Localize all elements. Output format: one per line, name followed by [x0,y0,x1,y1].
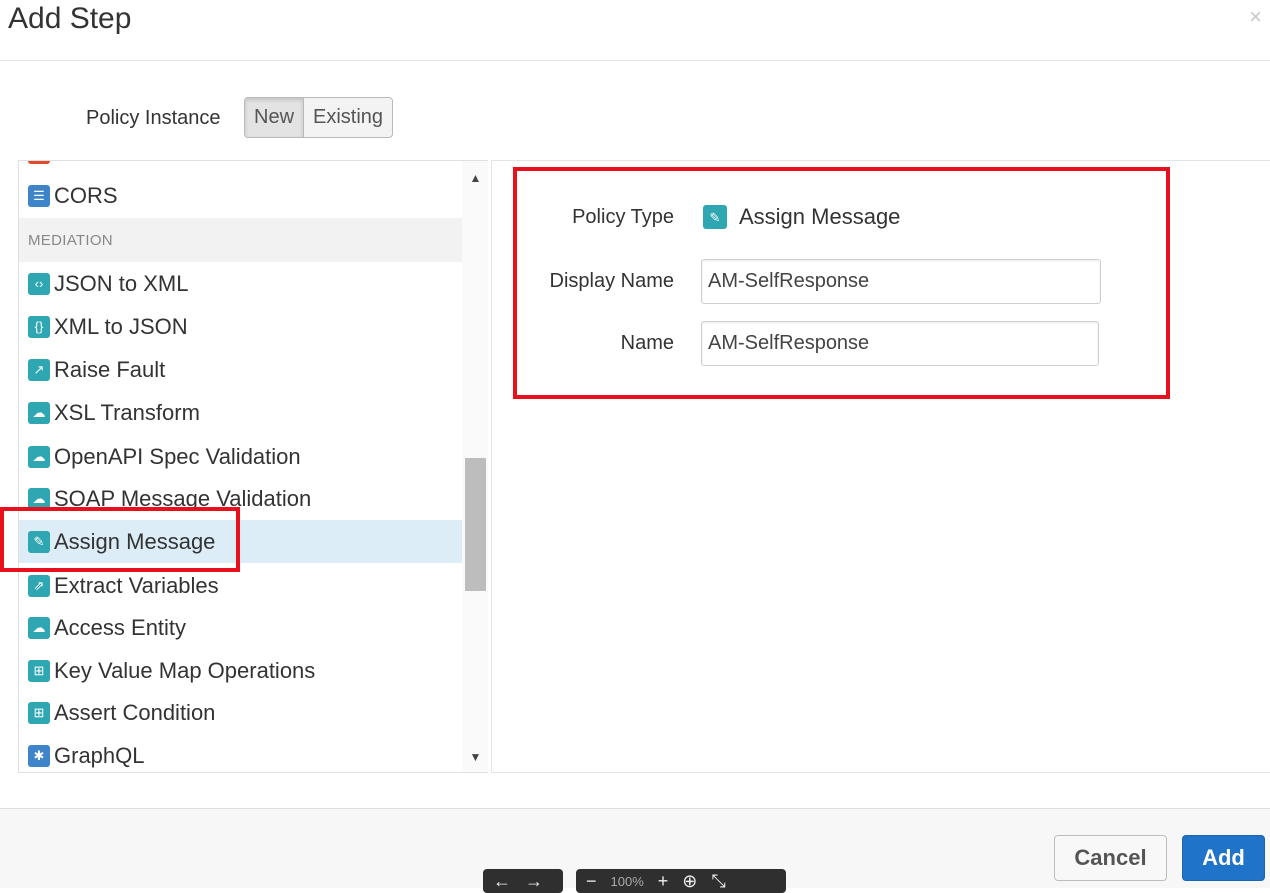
name-label: Name [620,332,674,354]
list-item-label: Extract Variables [54,572,219,598]
access-entity-icon: ☁ [28,616,50,639]
list-scrollbar[interactable]: ▲ ▼ [462,161,488,772]
list-item-label: XSL Transform [54,399,200,425]
list-item-graphql[interactable]: ✱ GraphQL [19,734,462,772]
back-arrow-icon[interactable]: ← [493,871,511,892]
list-item-label: JSON to XML [54,270,189,296]
cors-icon: ☰ [28,184,50,207]
forward-arrow-icon[interactable]: → [525,871,543,892]
group-header-mediation: MEDIATION [19,218,462,262]
right-panel-bottom-border [491,772,1270,773]
list-item-label: OpenAPI Spec Validation [54,443,301,469]
policy-instance-toggle: New Existing [244,97,394,138]
policy-instance-existing-button[interactable]: Existing [304,98,392,137]
display-name-field[interactable] [701,259,1101,304]
add-button[interactable]: Add [1182,835,1265,881]
zoom-out-icon[interactable]: − [586,871,597,892]
list-item-extract-variables[interactable]: ⇗ Extract Variables [19,564,462,607]
list-item-assert-condition[interactable]: ⊞ Assert Condition [19,691,462,734]
viewer-zoom-bar: − 100% + ⊕ ⤡ [576,869,786,893]
policy-list-panel: ☰ CORS MEDIATION ‹› JSON to XML {} XML t… [18,160,488,773]
header-divider [0,60,1270,61]
policy-instance-label: Policy Instance [86,107,221,129]
policy-type-value: ✎ Assign Message [703,204,900,230]
list-item-label: CORS [54,182,118,208]
viewer-nav-bar: ← → [483,869,563,893]
display-name-label: Display Name [549,270,674,292]
soap-validation-icon: ☁ [28,487,50,510]
name-field[interactable] [701,321,1099,366]
cancel-button[interactable]: Cancel [1054,835,1167,881]
key-value-map-icon: ⊞ [28,659,50,682]
list-item-json-to-xml[interactable]: ‹› JSON to XML [19,262,462,305]
policy-instance-new-button[interactable]: New [245,98,305,137]
policy-type-label: Policy Type [572,206,674,228]
partial-policy-icon [28,161,50,164]
list-item-label: Assign Message [54,528,216,554]
xsl-transform-icon: ☁ [28,401,50,424]
scroll-up-icon[interactable]: ▲ [462,165,488,191]
assign-message-icon: ✎ [28,530,50,553]
policy-type-text: Assign Message [739,204,901,229]
zoom-in-icon[interactable]: + [658,871,669,892]
list-item-label: Raise Fault [54,356,166,382]
extract-variables-icon: ⇗ [28,574,50,597]
close-icon[interactable]: × [1249,4,1262,30]
xml-to-json-icon: {} [28,315,50,338]
list-item-access-entity[interactable]: ☁ Access Entity [19,606,462,649]
assign-message-icon: ✎ [703,205,727,229]
openapi-validation-icon: ☁ [28,445,50,468]
right-panel-top-border [491,160,1270,161]
list-item-label: Key Value Map Operations [54,657,316,683]
scroll-down-icon[interactable]: ▼ [462,744,488,770]
list-item-label: XML to JSON [54,313,188,339]
list-item-assign-message[interactable]: ✎ Assign Message [19,520,462,563]
dialog-title: Add Step [8,2,132,35]
json-to-xml-icon: ‹› [28,272,50,295]
panel-divider [491,160,492,773]
assert-condition-icon: ⊞ [28,701,50,724]
raise-fault-icon: ↗ [28,358,50,381]
zoom-level: 100% [610,873,644,889]
list-item-xsl-transform[interactable]: ☁ XSL Transform [19,391,462,434]
list-item-label: SOAP Message Validation [54,485,312,511]
list-item-partial [19,161,462,174]
list-item-label: Assert Condition [54,699,216,725]
list-item-cors[interactable]: ☰ CORS [19,174,462,217]
list-item-soap-validation[interactable]: ☁ SOAP Message Validation [19,477,462,520]
expand-icon[interactable]: ⤡ [711,871,725,892]
list-item-raise-fault[interactable]: ↗ Raise Fault [19,348,462,391]
list-item-xml-to-json[interactable]: {} XML to JSON [19,305,462,348]
list-item-key-value-map[interactable]: ⊞ Key Value Map Operations [19,649,462,692]
policy-list: ☰ CORS MEDIATION ‹› JSON to XML {} XML t… [19,161,462,772]
list-item-openapi-validation[interactable]: ☁ OpenAPI Spec Validation [19,435,462,478]
list-item-label: GraphQL [54,742,145,768]
scroll-thumb[interactable] [465,458,486,591]
list-item-label: Access Entity [54,614,187,640]
graphql-icon: ✱ [28,744,50,767]
zoom-reset-icon[interactable]: ⊕ [682,871,697,892]
